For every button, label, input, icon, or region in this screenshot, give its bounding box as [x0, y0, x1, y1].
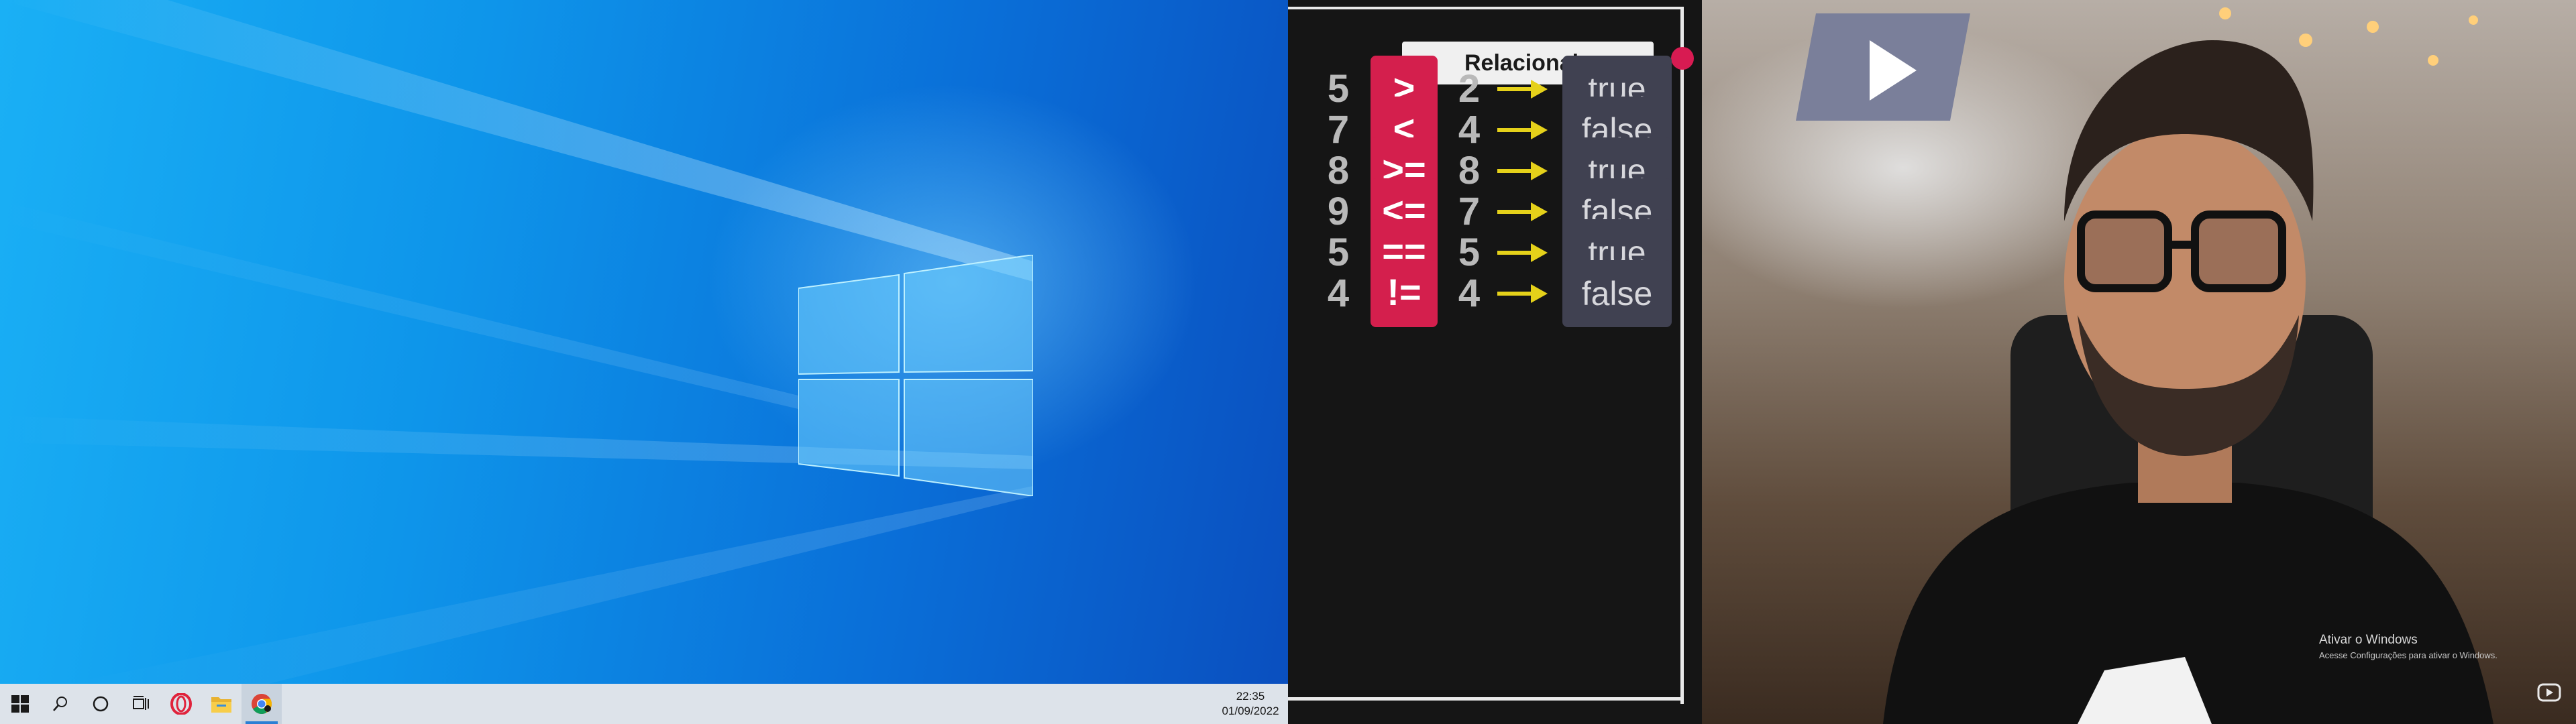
result-value: false [1562, 260, 1672, 327]
activation-subtitle: Acesse Configurações para ativar o Windo… [2319, 650, 2498, 660]
slide-border-top [1288, 7, 1684, 9]
clock-date: 01/09/2022 [1222, 705, 1279, 717]
presenter-scene [1702, 0, 2576, 724]
task-view-icon [133, 696, 149, 710]
windows-activation-watermark: Ativar o Windows Acesse Configurações pa… [2319, 633, 2520, 660]
desktop-wallpaper [0, 0, 1288, 684]
arrow-right-icon [1497, 284, 1548, 303]
start-button[interactable] [0, 684, 40, 724]
search-button[interactable] [40, 684, 80, 724]
left-operand: 4 [1327, 272, 1350, 315]
chrome-taskbar-button[interactable] [241, 684, 282, 724]
activation-title: Ativar o Windows [2319, 633, 2418, 647]
presenter-background [1796, 7, 2493, 724]
lesson-slide: Relacionais 5 > 2 true 7 < 4 false 8 >= … [1288, 0, 1702, 724]
video-frame[interactable]: Relacionais 5 > 2 true 7 < 4 false 8 >= … [1288, 0, 2576, 724]
file-explorer-taskbar-button[interactable] [201, 684, 241, 724]
wallpaper-light-beams [0, 0, 1033, 684]
cortana-icon [93, 696, 109, 712]
clock-time: 22:35 [1236, 690, 1265, 703]
task-view-button[interactable] [121, 684, 161, 724]
system-clock[interactable]: 22:35 01/09/2022 [1217, 689, 1284, 719]
slide-border-bottom [1288, 697, 1684, 701]
taskbar: 22:35 01/09/2022 [0, 684, 1288, 724]
search-icon [53, 697, 67, 711]
file-explorer-icon [211, 697, 231, 713]
cortana-button[interactable] [80, 684, 121, 724]
windows-start-icon [11, 695, 29, 713]
youtube-logo-icon[interactable] [2537, 682, 2561, 703]
chrome-icon [252, 694, 272, 715]
relational-row: 4 != 4 false [1288, 260, 1690, 327]
opera-taskbar-button[interactable] [161, 684, 201, 724]
windows-logo [798, 255, 1033, 496]
operator-badge: != [1371, 260, 1438, 327]
right-operand: 4 [1458, 272, 1481, 315]
opera-icon [170, 693, 192, 715]
